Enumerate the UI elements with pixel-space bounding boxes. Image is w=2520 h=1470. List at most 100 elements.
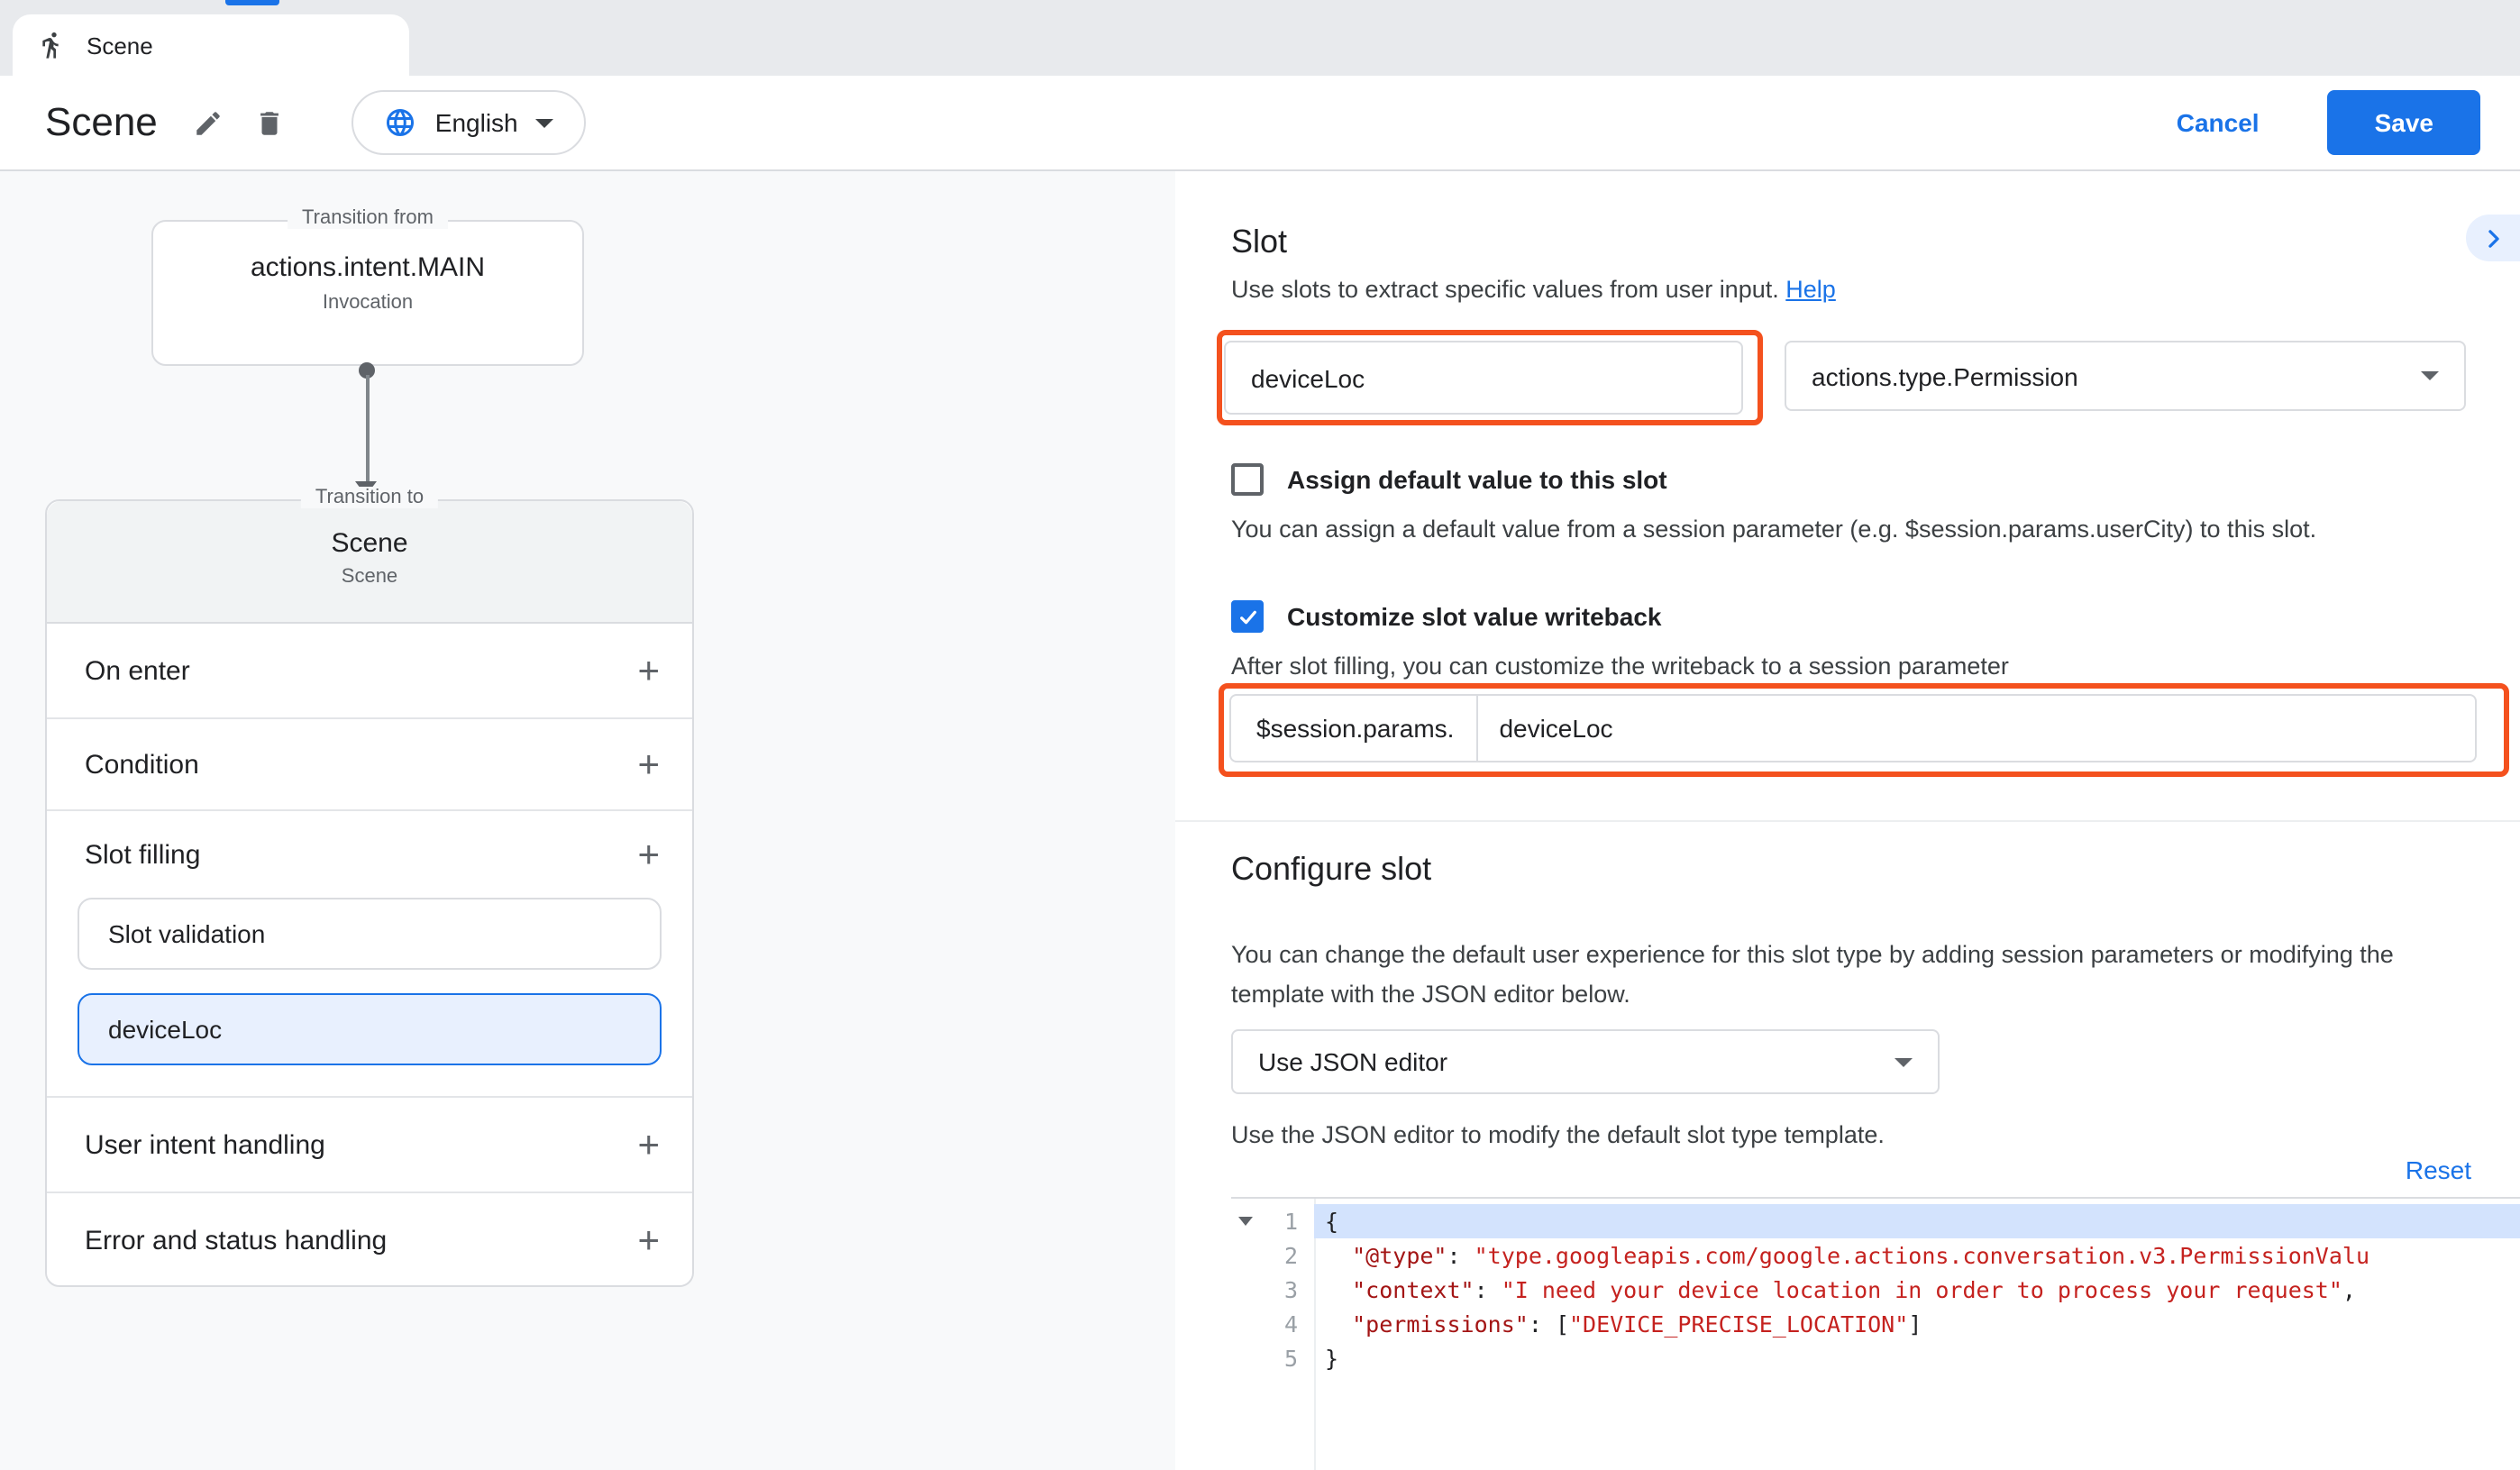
line-number-5: 5 [1231, 1341, 1314, 1375]
page-title: Scene [45, 99, 158, 146]
header: Scene English Cancel Save [0, 76, 2520, 171]
editor-hint: Use the JSON editor to modify the defaul… [1231, 1121, 1885, 1148]
code-token [1325, 1242, 1352, 1269]
slot-item-label: Slot validation [108, 919, 265, 948]
cancel-button[interactable]: Cancel [2177, 108, 2260, 137]
plus-icon[interactable]: + [637, 652, 660, 689]
code-token: : [1475, 1276, 1502, 1303]
code-line-1[interactable]: 1 { [1231, 1204, 2520, 1238]
slot-section-title: Slot [1231, 224, 1287, 261]
chevron-right-icon [2481, 226, 2505, 250]
checkmark-icon [1236, 605, 1259, 628]
line-number-text: 2 [1284, 1242, 1298, 1269]
plus-icon[interactable]: + [637, 1126, 660, 1164]
scene-node-header[interactable]: Scene Scene [47, 501, 692, 624]
writeback-prefix: $session.params. [1231, 714, 1475, 743]
main-area: Transition from actions.intent.MAIN Invo… [0, 171, 2520, 1470]
section-label: Error and status handling [85, 1225, 387, 1255]
transition-to-legend: Transition to [301, 487, 438, 508]
browser-tab-accent [225, 0, 279, 5]
globe-icon [385, 106, 417, 139]
slot-item-deviceloc[interactable]: deviceLoc [78, 993, 662, 1065]
reset-link[interactable]: Reset [2406, 1155, 2471, 1184]
editor-mode-select[interactable]: Use JSON editor [1231, 1029, 1940, 1094]
section-slot-filling: Slot filling + Slot validation deviceLoc [47, 811, 692, 1098]
line-number-2: 2 [1231, 1238, 1314, 1273]
code-text[interactable]: { [1314, 1204, 2520, 1238]
tab-strip: Scene [0, 0, 2520, 76]
code-line-5[interactable]: 5 } [1231, 1341, 2520, 1375]
invocation-subtitle: Invocation [153, 292, 582, 314]
code-token: "@type" [1352, 1242, 1447, 1269]
section-on-enter[interactable]: On enter + [47, 624, 692, 719]
slot-item-label: deviceLoc [108, 1015, 222, 1044]
writeback-field: $session.params. [1229, 694, 2477, 762]
configure-description: You can change the default user experien… [1231, 936, 2493, 1013]
tab-scene[interactable]: Scene [13, 14, 409, 76]
header-actions: Cancel Save [2177, 90, 2520, 155]
code-token: "context" [1352, 1276, 1474, 1303]
transition-to-node: Transition to Scene Scene On enter + Con… [45, 499, 694, 1287]
transition-from-node[interactable]: Transition from actions.intent.MAIN Invo… [151, 220, 584, 366]
code-text[interactable]: "context": "I need your device location … [1314, 1273, 2520, 1307]
plus-icon[interactable]: + [637, 1221, 660, 1259]
slot-type-value: actions.type.Permission [1812, 361, 2078, 390]
code-token: : [1529, 1310, 1556, 1338]
code-token: , [2342, 1276, 2356, 1303]
edit-scene-button[interactable] [183, 97, 233, 148]
line-number-text: 5 [1284, 1345, 1298, 1372]
code-line-4[interactable]: 4 "permissions": ["DEVICE_PRECISE_LOCATI… [1231, 1307, 2520, 1341]
intent-main-title: actions.intent.MAIN [153, 252, 582, 283]
code-token: } [1325, 1345, 1338, 1372]
slot-filling-header[interactable]: Slot filling + [47, 811, 692, 898]
editor-mode-value: Use JSON editor [1258, 1047, 1447, 1076]
writeback-value-input[interactable] [1477, 714, 2475, 743]
writeback-checkbox[interactable] [1231, 600, 1264, 633]
code-token: { [1325, 1208, 1338, 1235]
section-label: User intent handling [85, 1129, 325, 1160]
chevron-down-icon [536, 118, 554, 127]
person-walk-icon [38, 31, 67, 59]
json-editor[interactable]: 1 { 2 "@type": "type.googleapis.com/goog… [1231, 1197, 2520, 1470]
scene-node-title: Scene [47, 501, 692, 559]
slot-name-input[interactable] [1224, 341, 1743, 415]
line-number-4: 4 [1231, 1307, 1314, 1341]
fold-caret-icon[interactable] [1238, 1217, 1253, 1226]
tab-label: Scene [87, 32, 153, 59]
plus-icon[interactable]: + [637, 835, 660, 873]
slot-detail-panel: Slot Use slots to extract specific value… [1175, 171, 2520, 1470]
section-user-intent-handling[interactable]: User intent handling + [47, 1098, 692, 1193]
section-condition[interactable]: Condition + [47, 719, 692, 811]
language-selector[interactable]: English [352, 90, 587, 155]
code-token: [ [1556, 1310, 1569, 1338]
writeback-label: Customize slot value writeback [1287, 602, 1661, 631]
section-error-status-handling[interactable]: Error and status handling + [47, 1193, 692, 1287]
slot-type-select[interactable]: actions.type.Permission [1785, 341, 2466, 411]
transition-from-legend: Transition from [288, 207, 448, 229]
code-text[interactable]: "@type": "type.googleapis.com/google.act… [1314, 1238, 2520, 1273]
plus-icon[interactable]: + [637, 745, 660, 783]
trash-icon [254, 107, 285, 138]
save-button[interactable]: Save [2328, 90, 2480, 155]
code-token [1325, 1310, 1352, 1338]
line-number-text: 1 [1284, 1208, 1298, 1235]
assign-default-checkbox[interactable] [1231, 463, 1264, 496]
code-text[interactable]: "permissions": ["DEVICE_PRECISE_LOCATION… [1314, 1307, 2520, 1341]
code-token: "DEVICE_PRECISE_LOCATION" [1569, 1310, 1908, 1338]
scene-node-subtitle: Scene [47, 566, 692, 588]
slot-description: Use slots to extract specific values fro… [1231, 276, 1836, 303]
collapse-panel-button[interactable] [2466, 215, 2520, 261]
delete-scene-button[interactable] [244, 97, 295, 148]
code-text[interactable]: } [1314, 1341, 2520, 1375]
writeback-description: After slot filling, you can customize th… [1231, 653, 2009, 680]
section-divider [1175, 820, 2520, 822]
section-label: Condition [85, 749, 199, 780]
code-line-2[interactable]: 2 "@type": "type.googleapis.com/google.a… [1231, 1238, 2520, 1273]
line-number-3: 3 [1231, 1273, 1314, 1307]
code-token: ] [1908, 1310, 1922, 1338]
code-line-3[interactable]: 3 "context": "I need your device locatio… [1231, 1273, 2520, 1307]
slot-validation-item[interactable]: Slot validation [78, 898, 662, 970]
help-link[interactable]: Help [1785, 276, 1836, 303]
pencil-icon [193, 107, 224, 138]
section-label: On enter [85, 655, 190, 686]
